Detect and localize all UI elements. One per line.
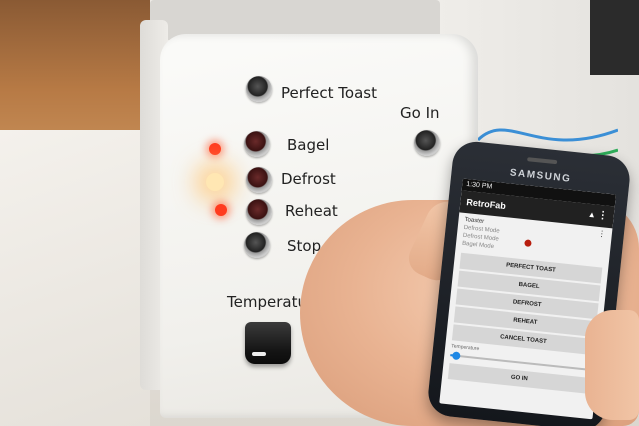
go-in-label: Go In [400, 104, 440, 122]
bagel-led [209, 143, 221, 155]
temperature-knob[interactable] [245, 322, 291, 364]
up-arrow-icon[interactable]: ▲ [587, 204, 597, 227]
stop-label: Stop [287, 237, 322, 255]
go-in-switch[interactable] [414, 130, 440, 156]
temperature-knob-mark [252, 352, 266, 356]
stop-switch[interactable] [244, 232, 270, 258]
slider-thumb[interactable] [452, 351, 461, 361]
perfect-toast-switch[interactable] [246, 76, 272, 102]
background-cloth [0, 130, 150, 426]
defrost-led [206, 173, 224, 191]
defrost-switch[interactable] [246, 167, 272, 193]
defrost-label: Defrost [281, 170, 336, 188]
menu-icon[interactable]: ⋮ [597, 205, 609, 228]
wooden-shelf [0, 0, 150, 150]
app-title: RetroFab [465, 197, 507, 212]
photo-scene: Perfect Toast Go In Bagel Defrost Reheat… [0, 0, 639, 426]
device-menu-icon[interactable]: ⋮ [597, 229, 606, 239]
background-monitor [590, 0, 639, 75]
phone-speaker [527, 157, 558, 165]
reheat-led [215, 204, 227, 216]
reheat-switch[interactable] [246, 199, 272, 225]
status-time: 1:30 PM [465, 180, 493, 191]
bagel-switch[interactable] [244, 131, 270, 157]
bagel-label: Bagel [287, 136, 330, 154]
hand-thumb [585, 310, 639, 420]
reheat-label: Reheat [285, 202, 338, 220]
perfect-toast-label: Perfect Toast [281, 84, 377, 102]
